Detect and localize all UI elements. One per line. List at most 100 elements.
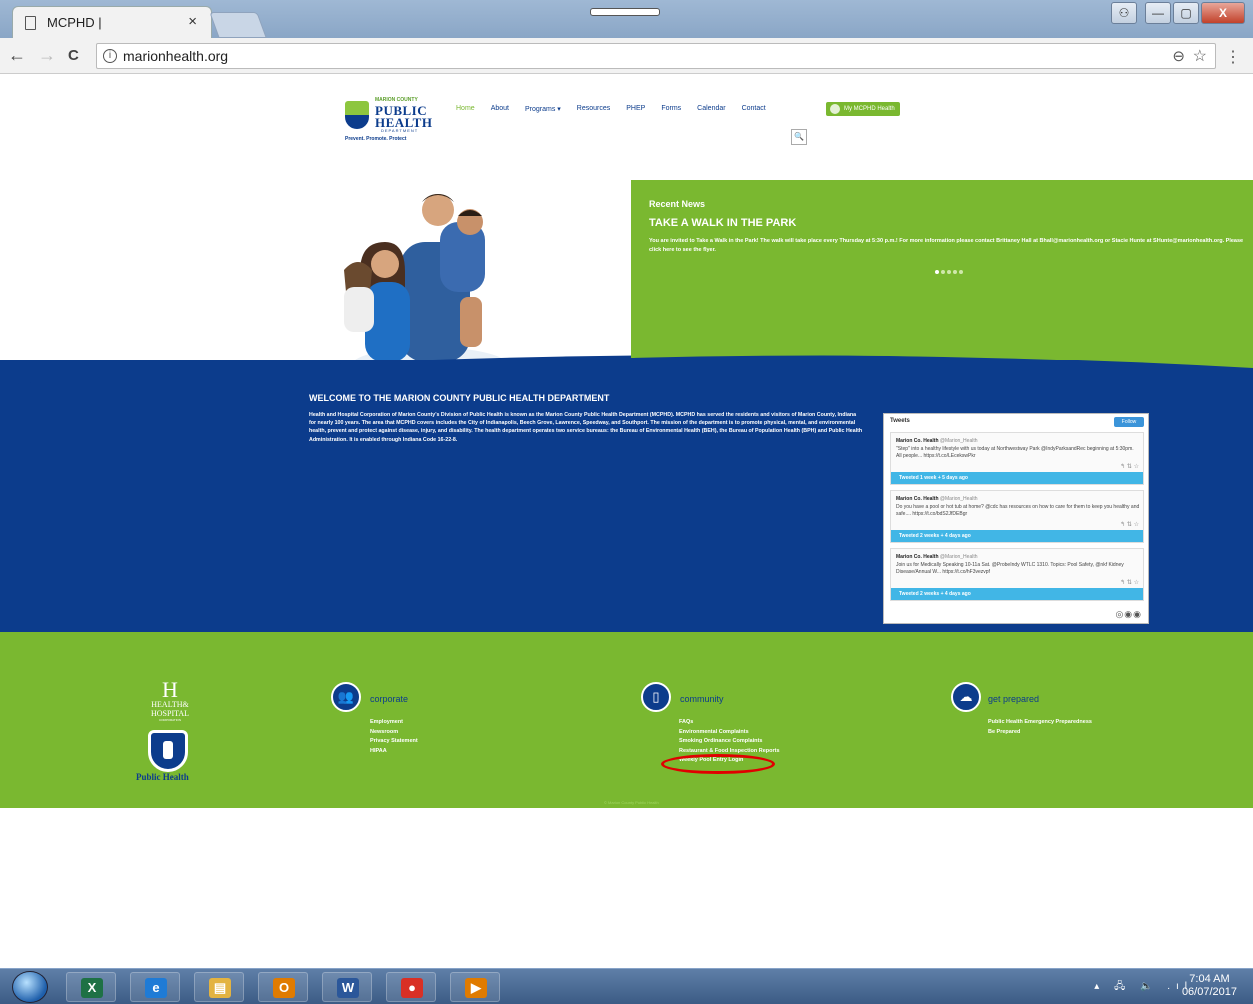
nav-home[interactable]: Home [456,105,475,113]
my-mcphd-label: My MCPHD Health [844,106,895,112]
footer-link-be-prepared[interactable]: Be Prepared [988,728,1092,738]
taskbar-chrome-button[interactable]: ● [386,972,436,1002]
info-icon[interactable]: i [103,49,117,63]
taskbar-word-button[interactable]: W [322,972,372,1002]
browser-tab[interactable]: MCPHD | × [12,6,212,38]
excel-icon: X [81,978,103,998]
start-button[interactable] [12,971,48,1003]
footer-link-newsroom[interactable]: Newsroom [370,728,418,738]
footer-link-privacy[interactable]: Privacy Statement [370,737,418,747]
hhc-logo[interactable]: H HEALTH& HOSPITAL CORPORATION [138,679,202,723]
taskbar-internet-explorer-button[interactable]: e [130,972,180,1002]
tweets-heading: Tweets [890,418,910,424]
nav-forms[interactable]: Forms [661,105,681,113]
account-icon [830,104,840,114]
chrome-icon: ● [401,978,423,998]
public-health-logo-text: Public Health [136,772,189,782]
search-icon[interactable]: 🔍 [791,129,807,145]
tweet-meta[interactable]: Tweeted 2 weeks + 4 days ago [899,591,971,597]
tweet-author: Marion Co. Health @Marion_Health [896,438,978,444]
nav-contact[interactable]: Contact [742,105,766,113]
footer-link-smoking-complaints[interactable]: Smoking Ordinance Complaints [679,737,780,747]
mcphd-logo[interactable]: MARION COUNTY PUBLIC HEALTH DEPARTMENT P… [345,97,453,147]
file-explorer-icon: ▤ [209,978,231,998]
carousel-dot[interactable] [935,270,939,274]
tweet-text: Do you have a pool or hot tub at home? @… [896,504,1140,517]
nav-resources[interactable]: Resources [577,105,610,113]
twitter-widget: Tweets Follow Marion Co. Health @Marion_… [883,413,1149,624]
outlook-2-icon: ▶ [465,978,487,998]
footer-link-hipaa[interactable]: HIPAA [370,747,418,757]
tweet-meta-bar: Tweeted 1 week + 5 days ago [891,472,1143,484]
follow-button[interactable]: Follow [1114,417,1144,427]
bookmark-star-icon[interactable]: ☆ [1193,46,1207,66]
community-phone-icon: ▯ [641,682,671,712]
tweet-author: Marion Co. Health @Marion_Health [896,496,978,502]
minimize-button[interactable]: — [1145,2,1171,24]
taskbar-clock[interactable]: 7:04 AM 06/07/2017 [1182,973,1237,999]
carousel-dots [935,270,963,274]
tweet-author: Marion Co. Health @Marion_Health [896,554,978,560]
storm-cloud-icon: ☁ [959,689,973,704]
back-arrow-icon[interactable]: ← [8,45,26,66]
nav-calendar[interactable]: Calendar [697,105,725,113]
tweet-meta-bar: Tweeted 2 weeks + 4 days ago [891,588,1143,600]
nav-about[interactable]: About [491,105,509,113]
address-bar[interactable]: i marionhealth.org ⊖ ☆ [96,43,1216,69]
tweet-nav-controls-icon[interactable]: ◎◉◉ [1115,609,1142,620]
tweet-meta[interactable]: Tweeted 2 weeks + 4 days ago [899,533,971,539]
tweet-card[interactable]: Marion Co. Health @Marion_Health Join us… [890,548,1144,601]
taskbar-outlook-2-button[interactable]: ▶ [450,972,500,1002]
tweet-meta[interactable]: Tweeted 1 week + 5 days ago [899,475,968,481]
get-prepared-links: Public Health Emergency Preparedness Be … [988,718,1092,737]
carousel-dot[interactable] [947,270,951,274]
maximize-button[interactable]: ▢ [1173,2,1199,24]
nav-programs[interactable]: Programs ▾ [525,105,561,113]
phone-icon: ▯ [652,689,660,704]
zoom-icon[interactable]: ⊖ [1172,47,1185,65]
site-footer: H HEALTH& HOSPITAL CORPORATION Public He… [0,632,1253,808]
my-mcphd-button[interactable]: My MCPHD Health [826,102,900,116]
tweet-name: Marion Co. Health [896,496,939,502]
system-tray-icons[interactable]: ▴ 🖧 🔈 .ıl [1094,979,1193,996]
tweet-handle: @Marion_Health [939,554,978,560]
reload-icon[interactable]: C [68,47,79,64]
get-prepared-heading: get prepared [988,694,1040,704]
nav-phep[interactable]: PHEP [626,105,645,113]
footer-link-environmental-complaints[interactable]: Environmental Complaints [679,728,780,738]
news-body: You are invited to Take a Walk in the Pa… [649,238,1244,253]
tweet-text: "Step" into a healthy lifestyle with us … [896,446,1134,459]
footer-link-faqs[interactable]: FAQs [679,718,780,728]
page-icon [25,16,36,30]
site-header: MARION COUNTY PUBLIC HEALTH DEPARTMENT P… [0,75,1253,180]
close-window-button[interactable]: X [1201,2,1245,24]
tweet-actions-icon[interactable]: ↰ ⇅ ☆ [1120,521,1139,528]
tweet-text: Join us for Medically Speaking 10-11a Sa… [896,562,1124,575]
tweet-card[interactable]: Marion Co. Health @Marion_Health "Step" … [890,432,1144,485]
url-text[interactable]: marionhealth.org [123,48,228,64]
hhc-line3: CORPORATION [158,718,182,722]
carousel-dot[interactable] [959,270,963,274]
taskbar-outlook-button[interactable]: O [258,972,308,1002]
new-tab-button[interactable] [209,12,267,38]
public-health-shield-icon [148,730,188,772]
close-tab-icon[interactable]: × [188,13,197,30]
user-icon[interactable]: ⚇ [1111,2,1137,24]
news-title-link[interactable]: TAKE A WALK IN THE PARK [649,217,796,229]
tweet-handle: @Marion_Health [939,496,978,502]
browser-menu-icon[interactable]: ⋮ [1225,47,1241,67]
tweet-actions-icon[interactable]: ↰ ⇅ ☆ [1120,579,1139,586]
tweet-handle: @Marion_Health [939,438,978,444]
tweet-card[interactable]: Marion Co. Health @Marion_Health Do you … [890,490,1144,543]
clock-time: 7:04 AM [1189,973,1230,985]
tweet-actions-icon[interactable]: ↰ ⇅ ☆ [1120,463,1139,470]
carousel-dot[interactable] [953,270,957,274]
corporate-links: Employment Newsroom Privacy Statement HI… [370,718,418,756]
forward-arrow-icon[interactable]: → [38,45,56,66]
taskbar-excel-button[interactable]: X [66,972,116,1002]
taskbar-file-explorer-button[interactable]: ▤ [194,972,244,1002]
carousel-dot[interactable] [941,270,945,274]
footer-link-employment[interactable]: Employment [370,718,418,728]
footer-link-emergency-preparedness[interactable]: Public Health Emergency Preparedness [988,718,1092,728]
word-window-indicator [590,8,660,16]
